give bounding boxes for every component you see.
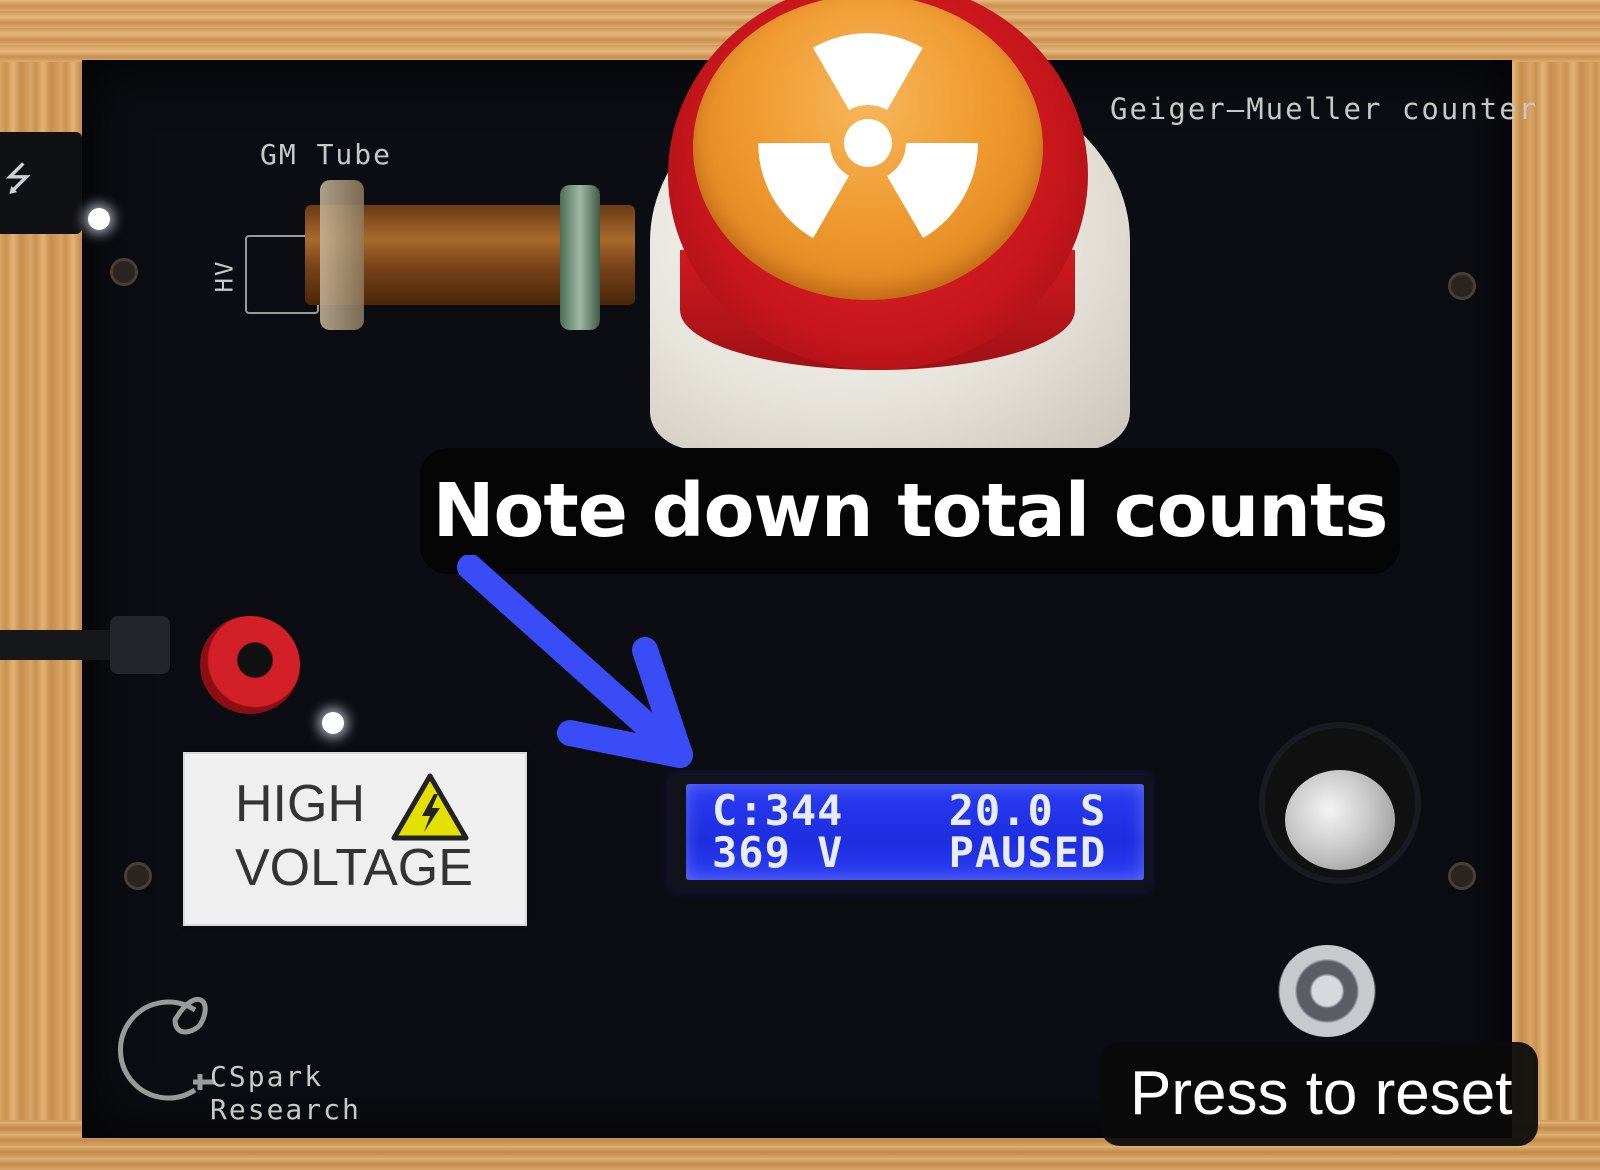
reset-hint-text: Press to reset [1130, 1059, 1513, 1128]
lcd-state: PAUSED [948, 828, 1107, 877]
logo-text-line1: CSpark [210, 1060, 324, 1093]
status-led [88, 208, 110, 230]
tube-clip-right [560, 185, 600, 330]
radiation-badge [693, 0, 1043, 300]
red-input-jack [200, 616, 300, 714]
logo-text-line2: Research [210, 1093, 361, 1126]
lightning-warning-icon [391, 773, 469, 841]
lcd-voltage: 369 V [712, 828, 844, 877]
photo-scene: ⭍ Geiger–Mueller counter GM Tube HV HIGH… [0, 0, 1600, 1170]
reset-button[interactable] [1278, 945, 1376, 1037]
mounting-hole [124, 862, 152, 890]
hv-pin-label: HV [210, 259, 239, 293]
tube-clip-left [320, 180, 364, 330]
gm-tube-label: GM Tube [260, 138, 393, 171]
callout-text: Note down total counts [432, 468, 1389, 554]
high-voltage-line1: HIGH [235, 775, 365, 833]
mounting-hole [1448, 862, 1476, 890]
power-led [322, 712, 344, 734]
mounting-hole [1448, 272, 1476, 300]
high-voltage-line2: VOLTAGE [235, 839, 473, 897]
power-plug [110, 616, 170, 674]
usb-icon: ⭍ [4, 159, 33, 199]
board-title: Geiger–Mueller counter [1110, 92, 1539, 126]
pointer-arrow-icon [457, 555, 693, 768]
lcd-row-2: 369 V PAUSED [712, 828, 1106, 877]
radiation-trefoil-icon [758, 33, 978, 239]
mounting-hole [110, 258, 138, 286]
cspark-logo-icon [117, 996, 215, 1101]
voltage-dial-cap[interactable] [1285, 770, 1395, 870]
